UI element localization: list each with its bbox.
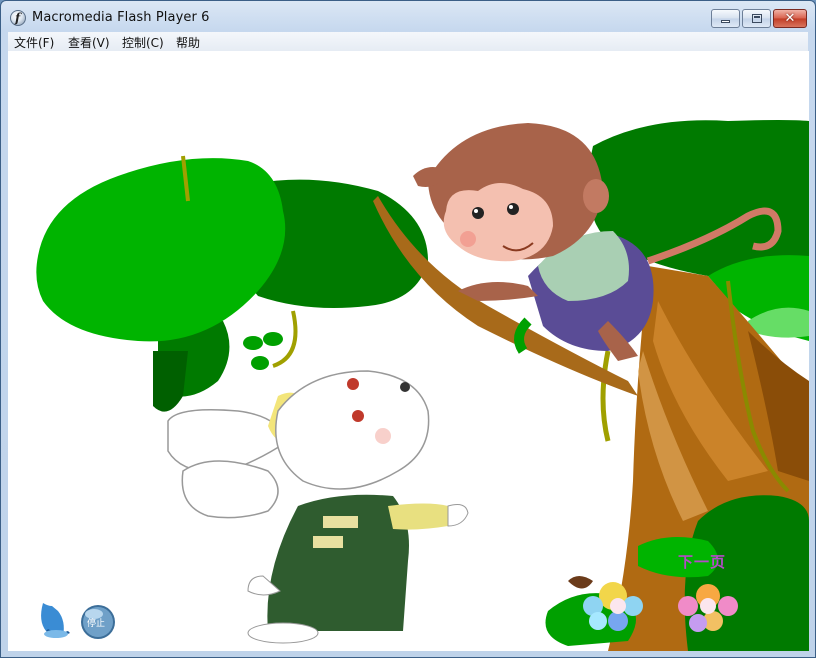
maximize-icon <box>752 14 762 23</box>
flash-stage[interactable]: 停止 下一页 <box>8 51 809 651</box>
rabbit-character <box>167 370 469 644</box>
close-icon: ✕ <box>784 11 796 26</box>
maximize-button[interactable] <box>742 9 771 28</box>
menu-file[interactable]: 文件(F) <box>10 33 58 52</box>
menu-help[interactable]: 帮助 <box>172 33 204 52</box>
minimize-icon <box>721 20 730 23</box>
flash-player-icon[interactable]: f <box>10 10 26 26</box>
menu-bar: 文件(F) 查看(V) 控制(C) 帮助 <box>8 32 808 52</box>
stop-button[interactable]: 停止 <box>81 605 115 639</box>
title-bar[interactable]: f Macromedia Flash Player 6 ✕ <box>1 1 815 32</box>
next-page-link[interactable]: 下一页 <box>678 551 726 572</box>
window-title: Macromedia Flash Player 6 <box>32 10 210 25</box>
minimize-button[interactable] <box>711 9 740 28</box>
menu-control[interactable]: 控制(C) <box>118 33 168 52</box>
menu-view[interactable]: 查看(V) <box>64 33 114 52</box>
flash-player-window: f Macromedia Flash Player 6 ✕ 文件(F) 查看(V… <box>0 0 816 658</box>
stop-label: 停止 <box>87 617 105 629</box>
bell-speaker-icon[interactable] <box>41 603 70 638</box>
close-button[interactable]: ✕ <box>773 9 807 28</box>
